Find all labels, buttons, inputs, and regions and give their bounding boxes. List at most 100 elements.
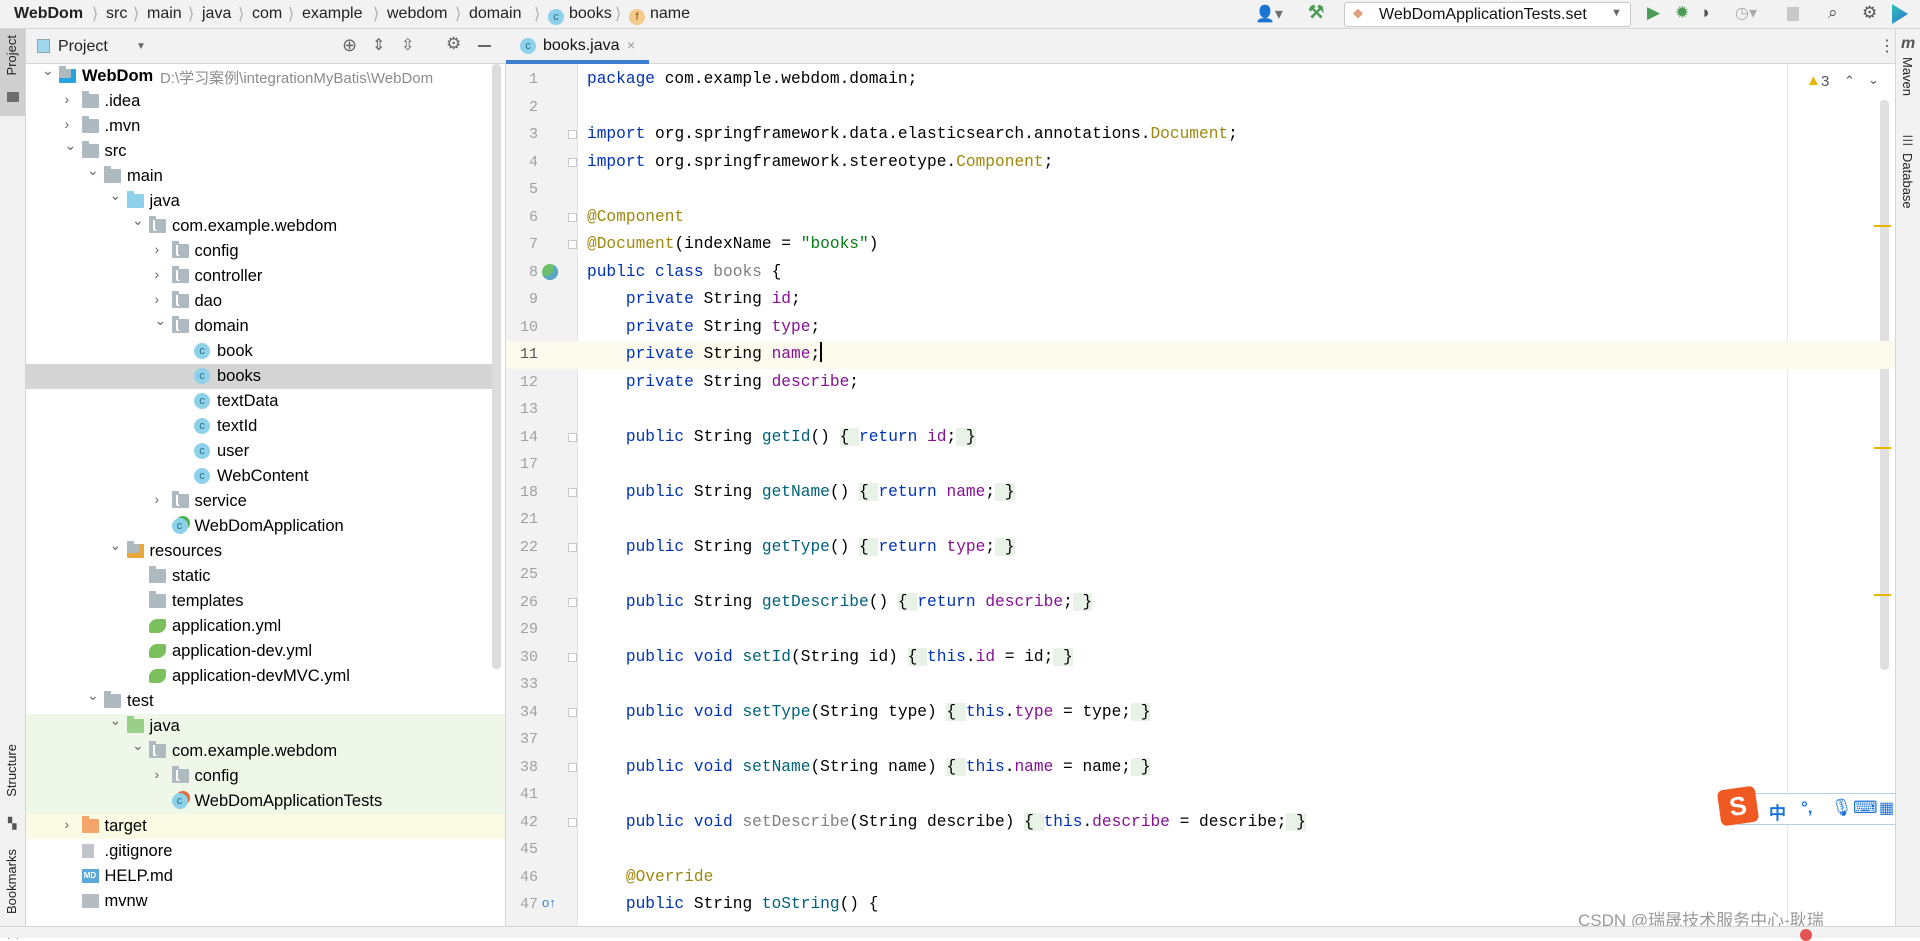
chevron-down-icon[interactable]: ⌄	[65, 137, 77, 154]
tree-item-gitignore[interactable]: .gitignore	[26, 839, 505, 864]
gear-icon[interactable]: ⚙	[446, 34, 461, 54]
database-tool-button[interactable]: ☰ Database	[1896, 133, 1920, 243]
code-token-fold[interactable]: {	[907, 647, 928, 666]
tree-item-com-example-webdom[interactable]: ⌄ com.example.webdom	[26, 737, 505, 764]
fold-marker-icon[interactable]	[568, 652, 577, 662]
locate-icon[interactable]: ⊕	[342, 35, 357, 56]
code-token-fold[interactable]: }	[995, 537, 1015, 556]
code-token-fold[interactable]: {	[839, 427, 860, 446]
tree-item-java[interactable]: ⌄ java	[26, 187, 505, 214]
run-icon[interactable]: ▶	[1647, 3, 1660, 23]
override-method-icon[interactable]: o↑	[542, 895, 556, 910]
error-indicator-icon[interactable]	[1800, 929, 1812, 941]
chevron-right-icon[interactable]: ›	[155, 241, 160, 257]
debug-icon[interactable]: ✹	[1675, 3, 1689, 23]
code-token-fold[interactable]: {	[859, 537, 879, 556]
breadcrumb-item-webdom[interactable]: webdom	[387, 5, 447, 23]
tree-item-service[interactable]: › service	[26, 489, 505, 514]
tree-item-book[interactable]: c book	[26, 339, 505, 364]
fold-marker-icon[interactable]	[568, 487, 577, 497]
chevron-down-icon[interactable]: ▼	[136, 41, 146, 52]
project-tool-button[interactable]: Project	[0, 29, 25, 116]
tree-item-application-devmvc-yml[interactable]: application-devMVC.yml	[26, 664, 505, 689]
tree-item-src[interactable]: ⌄ src	[26, 137, 505, 164]
tree-item-config[interactable]: › config	[26, 764, 505, 789]
more-icon[interactable]: ⋮	[1879, 36, 1895, 56]
chevron-right-icon[interactable]: ›	[65, 116, 70, 132]
structure-tool-button[interactable]: Structure ▚	[0, 709, 25, 830]
code-editor[interactable]: ▲ 3 ⌃ ⌄ S 中 °, 🎙 ⌨ ▦ CSDN @瑞晟技术服务中心-耿瑞 p…	[578, 64, 1895, 926]
tree-item-java[interactable]: ⌄ java	[26, 712, 505, 739]
maven-tool-button[interactable]: m Maven	[1896, 35, 1920, 115]
tree-item-mvn[interactable]: › .mvn	[26, 114, 505, 139]
code-token-fold[interactable]: }	[1286, 812, 1306, 831]
tree-item-main[interactable]: ⌄ main	[26, 162, 505, 189]
profiler-icon[interactable]: ◷▾	[1735, 3, 1757, 23]
fold-marker-icon[interactable]	[568, 707, 577, 717]
code-token-fold[interactable]: {	[1024, 812, 1044, 831]
toolbox-icon[interactable]	[1892, 4, 1908, 24]
tree-item-webcontent[interactable]: c WebContent	[26, 464, 505, 489]
code-token-fold[interactable]: }	[1131, 702, 1151, 721]
chevron-down-icon[interactable]: ⌄	[87, 687, 99, 704]
collapse-all-icon[interactable]: ⇳	[401, 35, 414, 55]
fold-marker-icon[interactable]	[568, 130, 577, 139]
chevron-down-icon[interactable]: ⌄	[110, 537, 122, 554]
chevron-right-icon[interactable]: ›	[65, 91, 70, 107]
run-config-dropdown[interactable]: ◆ WebDomApplicationTests.set ▼	[1344, 2, 1631, 27]
fold-marker-icon[interactable]	[568, 432, 577, 442]
breadcrumb-item-webdom[interactable]: WebDom	[14, 5, 83, 23]
code-token-fold[interactable]: {	[897, 592, 918, 611]
tree-item-static[interactable]: static	[26, 564, 505, 589]
chevron-down-icon[interactable]: ⌄	[132, 212, 144, 229]
code-token-fold[interactable]: {	[859, 482, 879, 501]
expand-all-icon[interactable]: ⇕	[372, 35, 385, 55]
fold-marker-icon[interactable]	[568, 817, 577, 827]
search-icon[interactable]: ⌕	[1828, 3, 1838, 23]
tree-item-webdomapplication[interactable]: c WebDomApplication	[26, 514, 505, 539]
tree-item-help-md[interactable]: MD HELP.md	[26, 864, 505, 889]
spring-bean-icon[interactable]	[542, 263, 558, 280]
breadcrumb-item-java[interactable]: java	[202, 5, 231, 23]
close-icon[interactable]: ×	[627, 37, 635, 53]
code-token-fold[interactable]: }	[956, 427, 976, 446]
tree-item-application-yml[interactable]: application.yml	[26, 614, 505, 639]
tree-item-textid[interactable]: c textId	[26, 414, 505, 439]
user-icon[interactable]: 👤▾	[1255, 4, 1283, 24]
tree-item-textdata[interactable]: c textData	[26, 389, 505, 414]
tab-books-java[interactable]: c books.java ×	[506, 29, 649, 64]
code-token-fold[interactable]: }	[1072, 592, 1093, 611]
tree-item-books[interactable]: c books	[26, 364, 492, 389]
chevron-right-icon[interactable]: ›	[155, 766, 160, 782]
breadcrumb-item-domain[interactable]: domain	[469, 5, 521, 23]
fold-marker-icon[interactable]	[568, 157, 577, 167]
tree-item-controller[interactable]: › controller	[26, 264, 505, 289]
breadcrumb-item-main[interactable]: main	[147, 5, 182, 23]
stop-icon[interactable]	[1787, 7, 1799, 21]
hammer-icon[interactable]: ⚒	[1308, 2, 1324, 23]
code-token-fold[interactable]: {	[946, 757, 966, 776]
breadcrumb-item-books[interactable]: c books	[548, 5, 612, 25]
fold-marker-icon[interactable]	[568, 240, 577, 249]
tree-item-com-example-webdom[interactable]: ⌄ com.example.webdom	[26, 212, 505, 239]
fold-marker-icon[interactable]	[568, 597, 577, 607]
chevron-down-icon[interactable]: ⌄	[87, 162, 99, 179]
chevron-down-icon[interactable]: ⌄	[42, 64, 54, 79]
chevron-down-icon[interactable]: ⌄	[155, 312, 167, 329]
breadcrumb-item-example[interactable]: example	[302, 5, 362, 23]
breadcrumb-item-src[interactable]: src	[106, 5, 127, 23]
breadcrumb-item-name[interactable]: f name	[629, 5, 690, 25]
fold-marker-icon[interactable]	[568, 542, 577, 552]
tree-item-webdomapplicationtests[interactable]: c WebDomApplicationTests	[26, 789, 505, 814]
tree-item-resources[interactable]: ⌄ resources	[26, 537, 505, 564]
fold-marker-icon[interactable]	[568, 762, 577, 772]
tree-item-domain[interactable]: ⌄ domain	[26, 312, 505, 339]
chevron-right-icon[interactable]: ›	[155, 291, 160, 307]
coverage-icon[interactable]: ◗	[1701, 3, 1711, 23]
chevron-right-icon[interactable]: ›	[155, 266, 160, 282]
tree-item-mvnw[interactable]: mvnw	[26, 889, 505, 914]
chevron-down-icon[interactable]: ⌄	[132, 737, 144, 754]
chevron-right-icon[interactable]: ›	[155, 491, 160, 507]
tree-item-idea[interactable]: › .idea	[26, 89, 505, 114]
hide-icon[interactable]	[478, 45, 491, 47]
